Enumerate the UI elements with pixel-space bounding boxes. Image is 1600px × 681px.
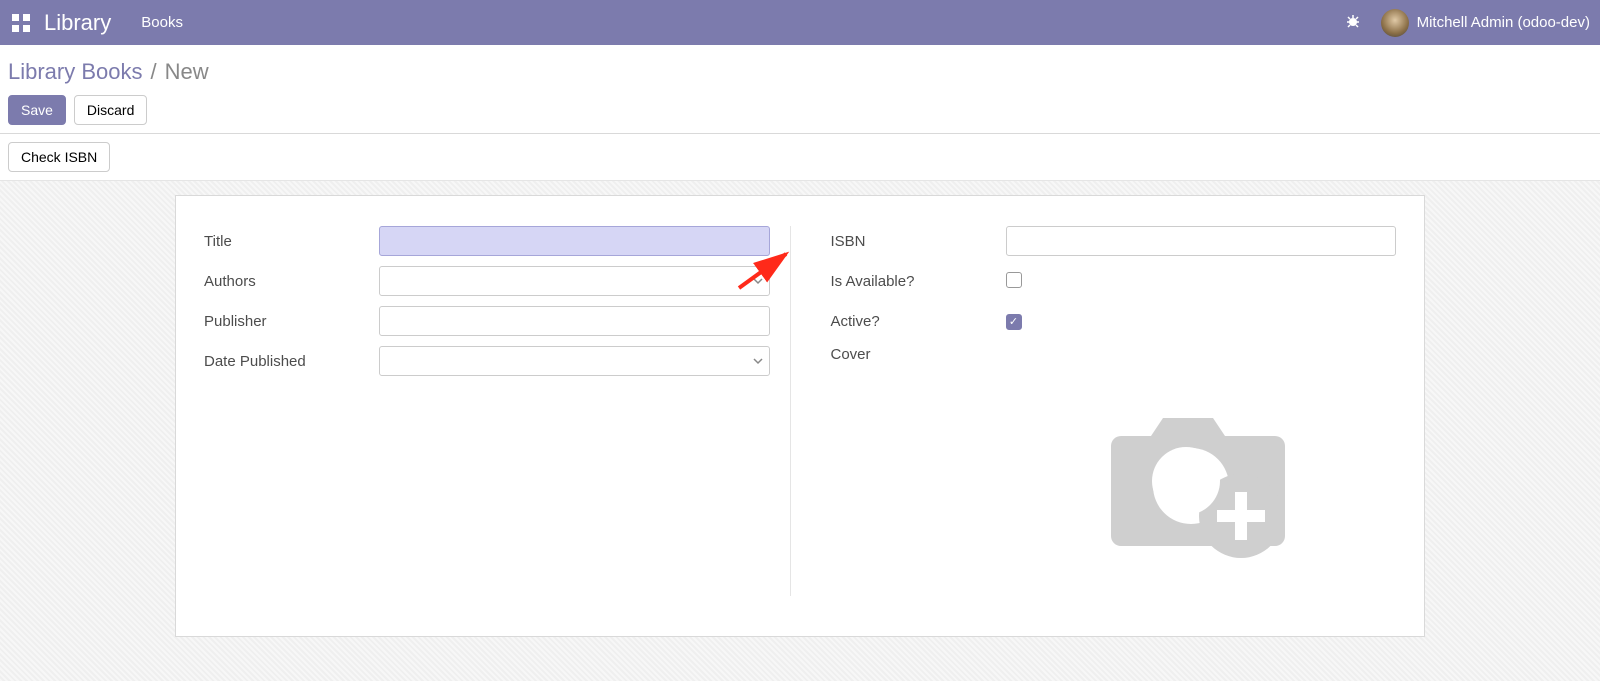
chevron-down-icon [753, 273, 763, 289]
breadcrumb-parent[interactable]: Library Books [8, 59, 143, 85]
field-row-title: Title [204, 226, 770, 256]
check-isbn-button[interactable]: Check ISBN [8, 142, 110, 172]
content-area: Title Authors [0, 181, 1600, 681]
apps-icon[interactable] [10, 12, 32, 34]
field-row-authors: Authors [204, 266, 770, 296]
publisher-input[interactable] [379, 306, 770, 336]
title-input[interactable] [379, 226, 770, 256]
navbar-right: Mitchell Admin (odoo-dev) [1345, 9, 1590, 37]
form-col-right: ISBN Is Available? Active? ✓ [831, 226, 1397, 596]
title-label: Title [204, 233, 379, 250]
date-published-label: Date Published [204, 353, 379, 370]
authors-input[interactable] [379, 266, 770, 296]
app-brand[interactable]: Library [44, 10, 111, 36]
user-menu[interactable]: Mitchell Admin (odoo-dev) [1381, 9, 1590, 37]
statusbar: Check ISBN [0, 134, 1600, 181]
date-published-input[interactable] [379, 346, 770, 376]
control-panel-buttons: Save Discard [8, 95, 1592, 125]
is-available-label: Is Available? [831, 273, 1006, 290]
publisher-label: Publisher [204, 313, 379, 330]
cover-label: Cover [831, 346, 1006, 363]
form-col-left: Title Authors [204, 226, 791, 596]
is-available-checkbox[interactable] [1006, 272, 1022, 288]
field-row-active: Active? ✓ [831, 306, 1397, 336]
breadcrumb: Library Books / New [8, 53, 1592, 95]
save-button[interactable]: Save [8, 95, 66, 125]
top-navbar: Library Books Mitchell Admin (odoo-dev) [0, 0, 1600, 45]
isbn-label: ISBN [831, 233, 1006, 250]
breadcrumb-separator: / [151, 59, 157, 85]
breadcrumb-current: New [165, 59, 209, 85]
form-sheet: Title Authors [175, 195, 1425, 637]
form-columns: Title Authors [204, 226, 1396, 596]
bug-icon[interactable] [1345, 13, 1361, 32]
isbn-input[interactable] [1006, 226, 1397, 256]
control-panel: Library Books / New Save Discard [0, 45, 1600, 134]
field-row-isbn: ISBN [831, 226, 1397, 256]
nav-link-books[interactable]: Books [141, 14, 183, 31]
field-row-publisher: Publisher [204, 306, 770, 336]
active-label: Active? [831, 313, 1006, 330]
discard-button[interactable]: Discard [74, 95, 147, 125]
authors-label: Authors [204, 273, 379, 290]
user-name-label: Mitchell Admin (odoo-dev) [1417, 14, 1590, 31]
camera-add-icon [1091, 376, 1311, 576]
field-row-cover: Cover [831, 346, 1397, 586]
active-checkbox[interactable]: ✓ [1006, 314, 1022, 330]
navbar-left: Library Books [10, 10, 203, 36]
cover-image-placeholder[interactable] [1071, 366, 1331, 586]
avatar [1381, 9, 1409, 37]
field-row-is-available: Is Available? [831, 266, 1397, 296]
chevron-down-icon [753, 353, 763, 369]
field-row-date-published: Date Published [204, 346, 770, 376]
